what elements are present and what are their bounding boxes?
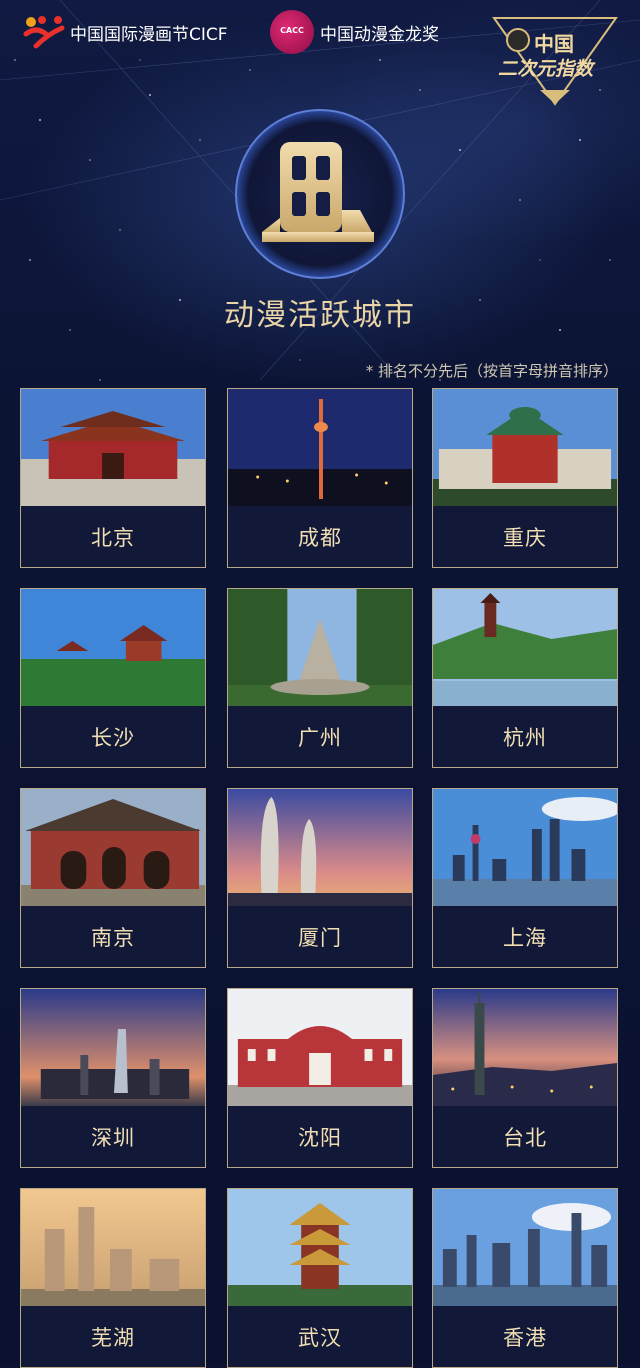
city-name: 武汉 [298, 1326, 342, 1350]
cicf-logo-icon [23, 16, 65, 49]
city-name: 沈阳 [298, 1126, 342, 1150]
city-card-hongkong[interactable]: 香港 [432, 1188, 618, 1368]
city-name: 北京 [91, 526, 135, 550]
city-photo [228, 589, 412, 706]
city-photo [433, 1189, 617, 1306]
header: 中国国际漫画节CICF CACC 中国动漫金龙奖 中国 二次元指数 [0, 0, 640, 106]
city-name: 长沙 [91, 726, 135, 750]
city-card-guangzhou[interactable]: 广州 [227, 588, 413, 768]
city-name: 香港 [503, 1326, 547, 1350]
city-photo [433, 789, 617, 906]
city-photo [433, 989, 617, 1106]
city-card-chengdu[interactable]: 成都 [227, 388, 413, 568]
city-photo [21, 789, 205, 906]
sort-note: * 排名不分先后（按首字母拼音排序） [365, 362, 618, 380]
city-name: 芜湖 [91, 1326, 135, 1350]
cicf-logo-text: 中国国际漫画节CICF [70, 25, 228, 45]
index-badge-subtitle: 二次元指数 [498, 58, 594, 80]
city-photo [21, 589, 205, 706]
city-name: 深圳 [91, 1126, 135, 1150]
city-photo [21, 389, 205, 506]
section-title: 动漫活跃城市 [224, 298, 416, 333]
city-photo [228, 389, 412, 506]
city-card-shenyang[interactable]: 沈阳 [227, 988, 413, 1168]
city-card-wuhan[interactable]: 武汉 [227, 1188, 413, 1368]
city-name: 台北 [503, 1126, 547, 1150]
city-card-nanjing[interactable]: 南京 [20, 788, 206, 968]
city-photo [21, 1189, 205, 1306]
city-card-shanghai[interactable]: 上海 [432, 788, 618, 968]
city-card-hangzhou[interactable]: 杭州 [432, 588, 618, 768]
city-photo [228, 1189, 412, 1306]
city-card-changsha[interactable]: 长沙 [20, 588, 206, 768]
city-name: 南京 [91, 926, 135, 950]
city-card-xiamen[interactable]: 厦门 [227, 788, 413, 968]
city-photo [433, 589, 617, 706]
cacc-logo-badge: CACC [280, 26, 304, 35]
city-photo [228, 789, 412, 906]
city-card-wuhu[interactable]: 芜湖 [20, 1188, 206, 1368]
city-name: 成都 [298, 526, 342, 550]
city-building-icon [235, 109, 405, 279]
city-name: 厦门 [298, 926, 342, 950]
city-name: 杭州 [503, 726, 547, 750]
city-card-beijing[interactable]: 北京 [20, 388, 206, 568]
index-badge-title: 中国 [534, 32, 574, 56]
city-photo [228, 989, 412, 1106]
city-name: 上海 [503, 926, 547, 950]
city-name: 重庆 [503, 526, 547, 550]
city-card-shenzhen[interactable]: 深圳 [20, 988, 206, 1168]
city-card-chongqing[interactable]: 重庆 [432, 388, 618, 568]
cacc-logo-icon: CACC [270, 10, 314, 54]
city-photo [21, 989, 205, 1106]
city-name: 广州 [298, 726, 342, 750]
city-photo [433, 389, 617, 506]
cacc-logo-text: 中国动漫金龙奖 [320, 25, 439, 45]
city-card-taipei[interactable]: 台北 [432, 988, 618, 1168]
